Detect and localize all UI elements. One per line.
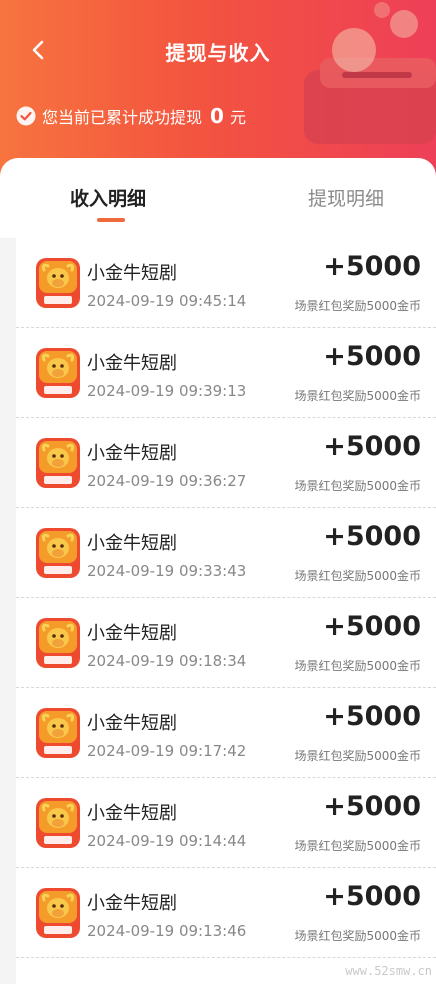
page-title: 提现与收入 [165,41,271,65]
golden-bull-app-icon [36,798,80,848]
watermark-text: www.52smw.cn [345,964,432,978]
record-timestamp: 2024-09-19 09:39:13 [87,382,247,400]
record-app-name: 小金牛短剧 [87,263,177,284]
record-description: 场景红包奖励5000金币 [294,929,421,943]
golden-bull-app-icon [36,258,80,308]
income-record-row[interactable]: 小金牛短剧 2024-09-19 09:13:46 +5000 场景红包奖励50… [16,868,436,958]
record-amount: +5000 [323,431,421,462]
summary-label: 您当前已累计成功提现 [42,108,203,127]
record-timestamp: 2024-09-19 09:18:34 [87,652,247,670]
record-amount: +5000 [323,521,421,552]
record-app-name: 小金牛短剧 [87,713,177,734]
tab-withdraw-details[interactable]: 提现明细 [308,184,384,211]
record-description: 场景红包奖励5000金币 [294,389,421,403]
wallet-coins-icon [304,2,436,144]
record-description: 场景红包奖励5000金币 [294,839,421,853]
active-tab-indicator [97,218,125,222]
record-timestamp: 2024-09-19 09:13:46 [87,922,247,940]
golden-bull-app-icon [36,528,80,578]
income-record-row[interactable]: 小金牛短剧 2024-09-19 09:39:13 +5000 场景红包奖励50… [16,328,436,418]
total-withdrawn-amount: 0 [210,104,224,128]
record-description: 场景红包奖励5000金币 [294,299,421,313]
record-app-name: 小金牛短剧 [87,533,177,554]
check-circle-icon [16,106,36,126]
record-app-name: 小金牛短剧 [87,353,177,374]
record-timestamp: 2024-09-19 09:14:44 [87,832,247,850]
record-app-name: 小金牛短剧 [87,803,177,824]
record-amount: +5000 [323,341,421,372]
income-record-row[interactable]: 小金牛短剧 2024-09-19 09:45:14 +5000 场景红包奖励50… [16,238,436,328]
golden-bull-app-icon [36,888,80,938]
record-timestamp: 2024-09-19 09:17:42 [87,742,247,760]
withdraw-summary: 您当前已累计成功提现 0 元 [16,104,246,128]
record-timestamp: 2024-09-19 09:45:14 [87,292,247,310]
record-app-name: 小金牛短剧 [87,443,177,464]
record-description: 场景红包奖励5000金币 [294,659,421,673]
record-app-name: 小金牛短剧 [87,893,177,914]
tab-income-details[interactable]: 收入明细 [70,184,146,211]
record-amount: +5000 [323,701,421,732]
record-description: 场景红包奖励5000金币 [294,569,421,583]
income-record-list[interactable]: 小金牛短剧 2024-09-19 09:45:14 +5000 场景红包奖励50… [16,238,436,984]
record-amount: +5000 [323,611,421,642]
record-amount: +5000 [323,791,421,822]
record-amount: +5000 [323,251,421,282]
golden-bull-app-icon [36,708,80,758]
income-record-row[interactable]: 小金牛短剧 2024-09-19 09:17:42 +5000 场景红包奖励50… [16,688,436,778]
tab-bar: 收入明细 提现明细 [0,158,436,238]
income-record-row[interactable]: 小金牛短剧 2024-09-19 09:18:34 +5000 场景红包奖励50… [16,598,436,688]
record-description: 场景红包奖励5000金币 [294,479,421,493]
golden-bull-app-icon [36,618,80,668]
currency-unit: 元 [229,108,246,127]
record-amount: +5000 [323,881,421,912]
golden-bull-app-icon [36,438,80,488]
golden-bull-app-icon [36,348,80,398]
record-description: 场景红包奖励5000金币 [294,749,421,763]
record-app-name: 小金牛短剧 [87,623,177,644]
record-timestamp: 2024-09-19 09:36:27 [87,472,247,490]
income-record-row[interactable]: 小金牛短剧 2024-09-19 09:36:27 +5000 场景红包奖励50… [16,418,436,508]
record-timestamp: 2024-09-19 09:33:43 [87,562,247,580]
income-record-row[interactable]: 小金牛短剧 2024-09-19 09:14:44 +5000 场景红包奖励50… [16,778,436,868]
income-record-row[interactable]: 小金牛短剧 2024-09-19 09:33:43 +5000 场景红包奖励50… [16,508,436,598]
